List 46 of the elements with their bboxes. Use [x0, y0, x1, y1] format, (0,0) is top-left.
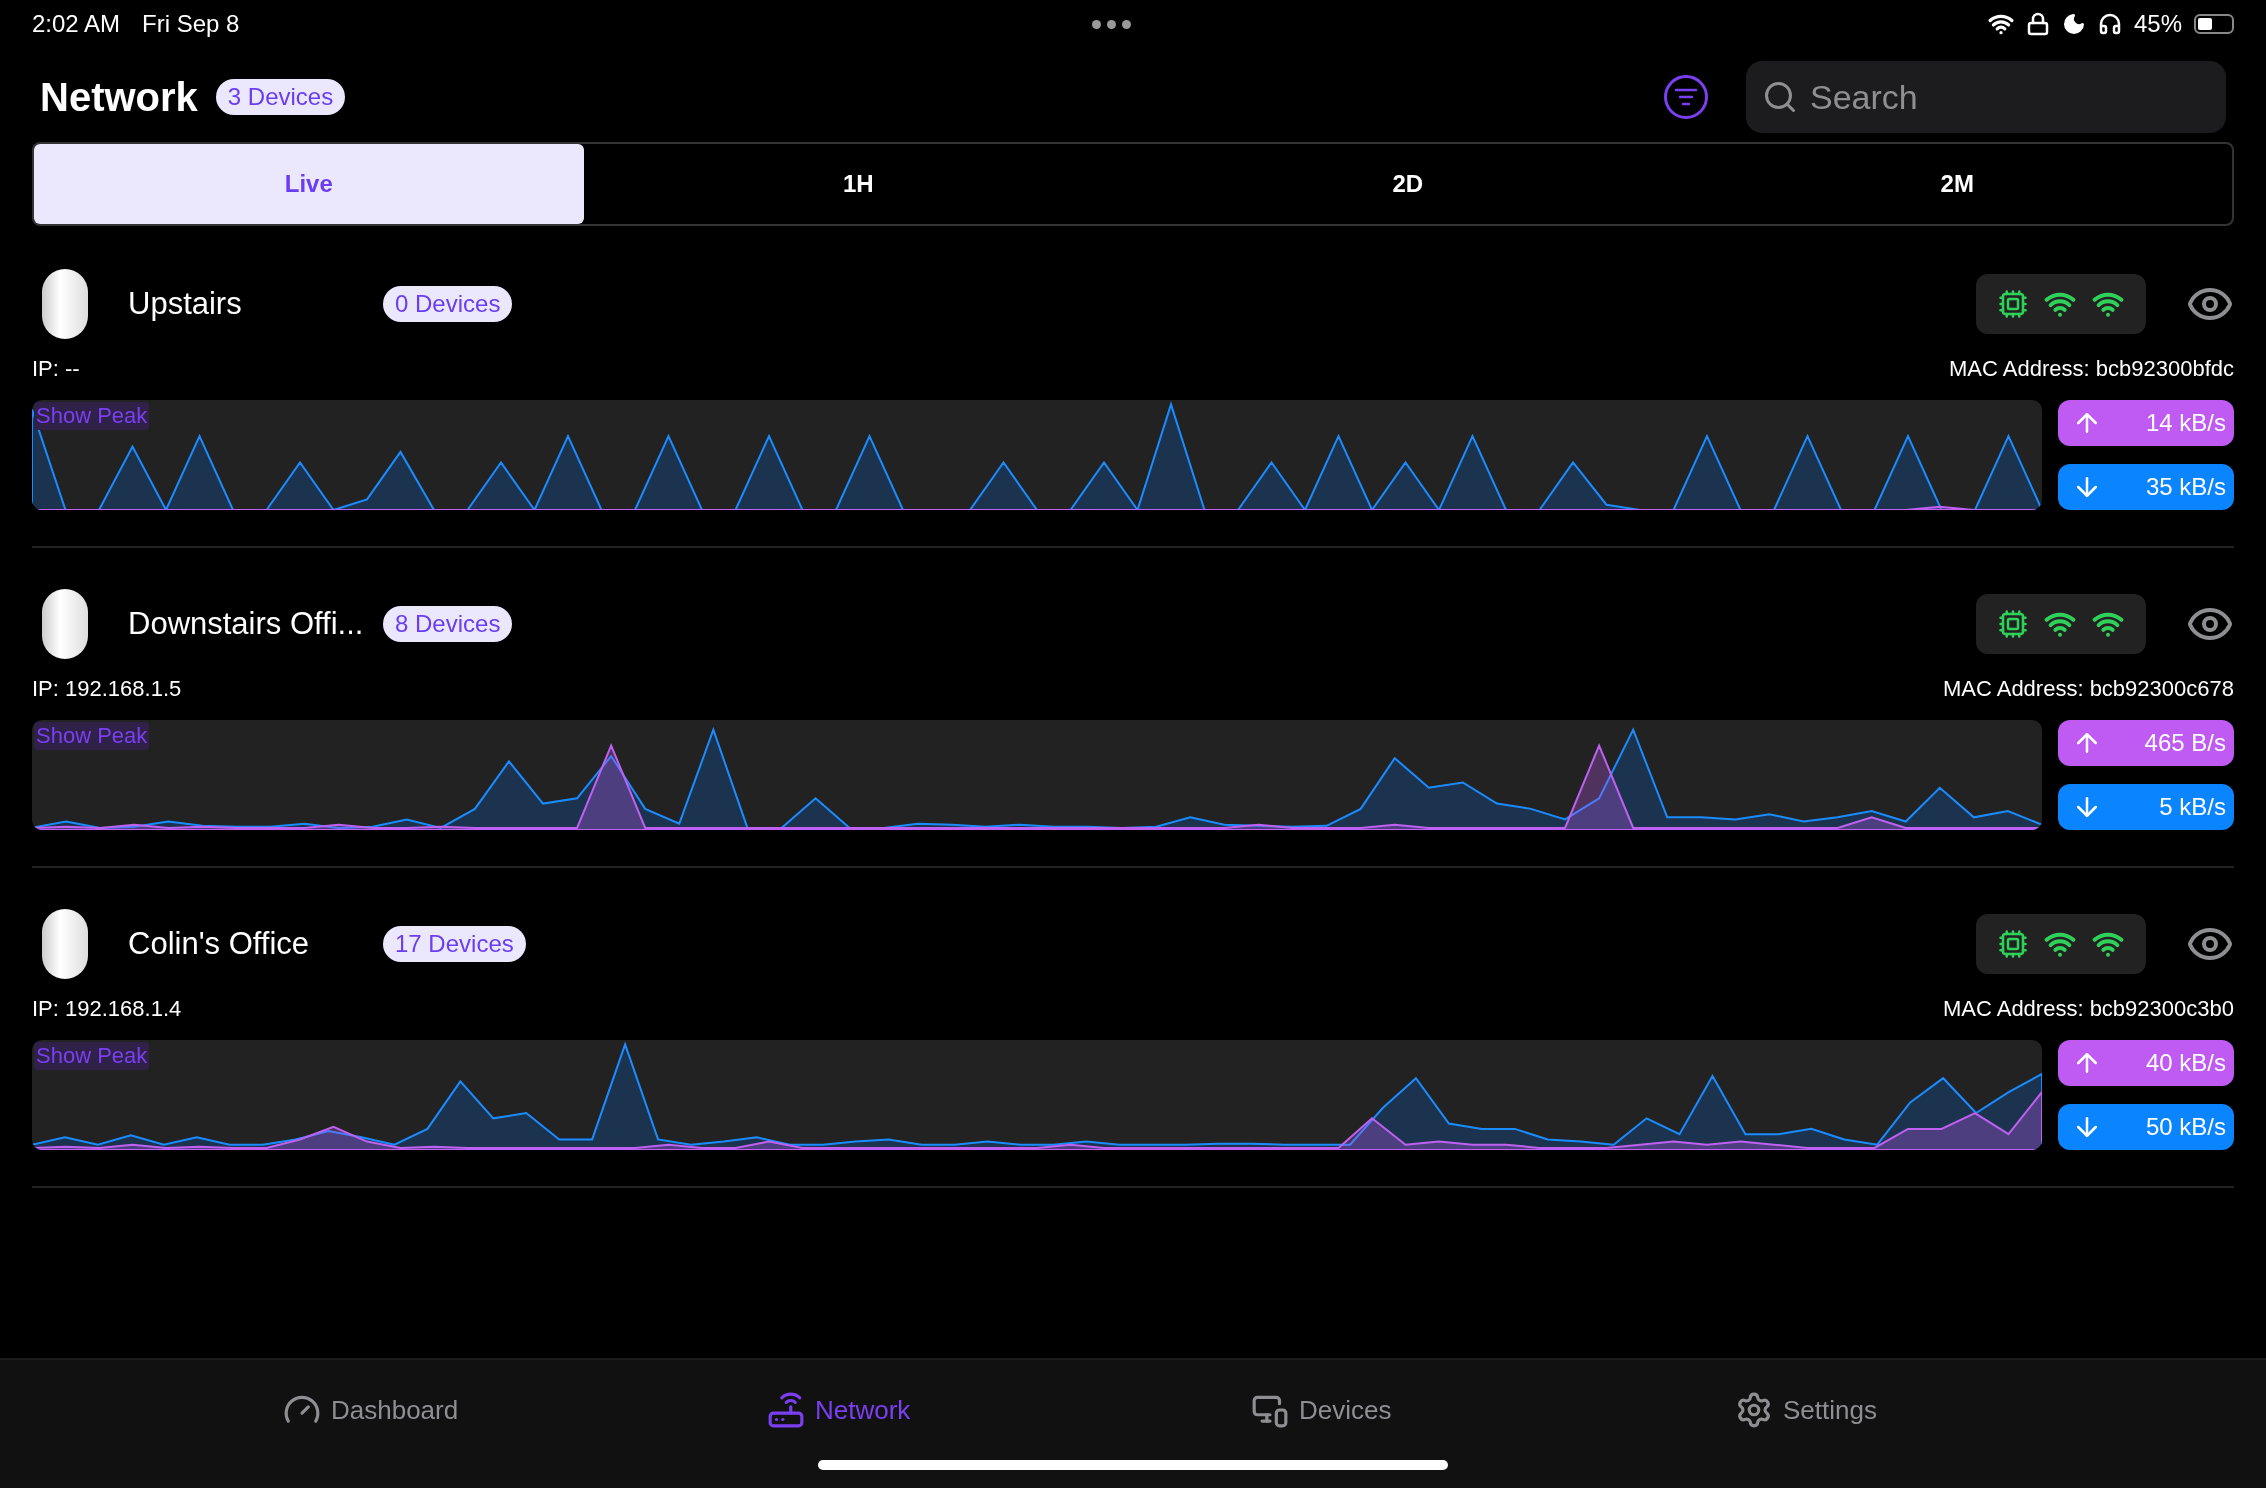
battery-percent: 45%: [2133, 10, 2182, 38]
router-icon: [767, 1391, 805, 1429]
router-name: Colin's Office: [128, 926, 311, 962]
ip-address: IP: 192.168.1.5: [32, 676, 182, 702]
tab-bar-item[interactable]: Dashboard: [277, 1390, 577, 1430]
mac-address: MAC Address: bcb92300c3b0: [1942, 996, 2234, 1022]
ip-address: IP: --: [32, 356, 80, 382]
tab-bar-item[interactable]: Devices: [1245, 1390, 1545, 1430]
time-range-tab[interactable]: Live: [34, 144, 584, 224]
mac-address: MAC Address: bcb92300c678: [1942, 676, 2234, 702]
time-range-tab[interactable]: 2M: [1682, 144, 2232, 224]
router-puck-icon: [42, 909, 88, 979]
tab-bar-item[interactable]: Network: [761, 1390, 1061, 1430]
download-rate: 5 kB/s: [2058, 784, 2234, 830]
time-range-tab[interactable]: 2D: [1133, 144, 1683, 224]
search-field[interactable]: Search: [1746, 61, 2226, 133]
device-count: 0 Devices: [383, 286, 513, 322]
router-puck-icon: [42, 269, 88, 339]
device-count: 8 Devices: [383, 606, 513, 642]
time-range-tab[interactable]: 1H: [583, 144, 1133, 224]
mac-address: MAC Address: bcb92300bfdc: [1949, 356, 2234, 382]
chip-icon: [1998, 609, 2028, 639]
chip-icon: [1998, 289, 2028, 319]
settings-icon: [1735, 1391, 1773, 1429]
battery-icon: [2194, 14, 2234, 34]
router-name: Upstairs: [128, 286, 243, 322]
headphones-icon: [2097, 12, 2122, 36]
ip-address: IP: 192.168.1.4: [32, 996, 182, 1022]
chip-icon: [1998, 929, 2028, 959]
moon-icon: [2061, 12, 2086, 36]
search-icon: [1762, 79, 1798, 115]
page-title: Network: [40, 74, 198, 120]
router-name: Downstairs Offi...: [128, 606, 365, 642]
upload-rate: 14 kB/s: [2058, 400, 2234, 446]
upload-rate: 40 kB/s: [2058, 1040, 2234, 1086]
router-puck-icon: [42, 589, 88, 659]
filter-button[interactable]: [1664, 75, 1708, 119]
device-count: 3 Devices: [215, 79, 346, 115]
download-rate: 50 kB/s: [2058, 1104, 2234, 1150]
upload-rate: 465 B/s: [2058, 720, 2234, 766]
lock-icon: [2025, 12, 2050, 36]
device-count: 17 Devices: [383, 926, 526, 962]
status-time: 2:02 AM: [32, 10, 121, 38]
status-date: Fri Sep 8: [142, 10, 240, 38]
download-rate: 35 kB/s: [2058, 464, 2234, 510]
tab-bar-item[interactable]: Settings: [1729, 1390, 2029, 1430]
